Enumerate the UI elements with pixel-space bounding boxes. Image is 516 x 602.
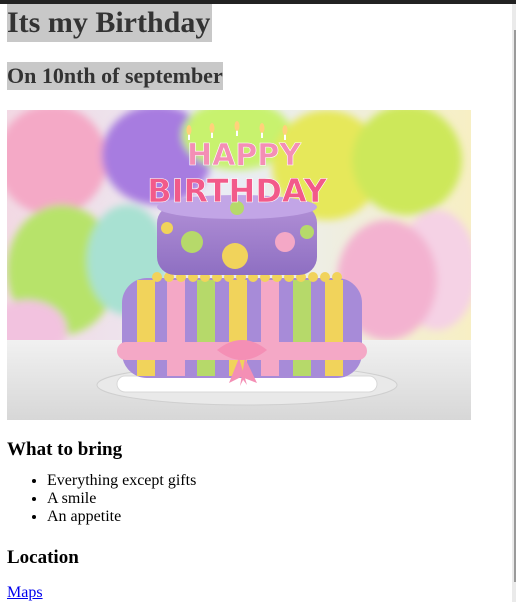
page-subtitle: On 10nth of september: [7, 62, 223, 90]
page-content: Its my Birthday On 10nth of september HA…: [7, 4, 507, 602]
location-heading: Location: [7, 547, 79, 568]
what-to-bring-heading: What to bring: [7, 439, 123, 460]
list-item: A smile: [47, 490, 507, 508]
cake-text-birthday: BIRTHDAY: [147, 172, 327, 210]
cake-text-happy: HAPPY: [187, 138, 302, 173]
list-item: An appetite: [47, 508, 507, 526]
birthday-cake-image: HAPPY BIRTHDAY: [7, 110, 471, 420]
maps-link[interactable]: Maps: [7, 584, 43, 602]
page-title: Its my Birthday: [7, 4, 213, 42]
bring-list: Everything except gifts A smile An appet…: [7, 472, 507, 526]
list-item: Everything except gifts: [47, 472, 507, 490]
